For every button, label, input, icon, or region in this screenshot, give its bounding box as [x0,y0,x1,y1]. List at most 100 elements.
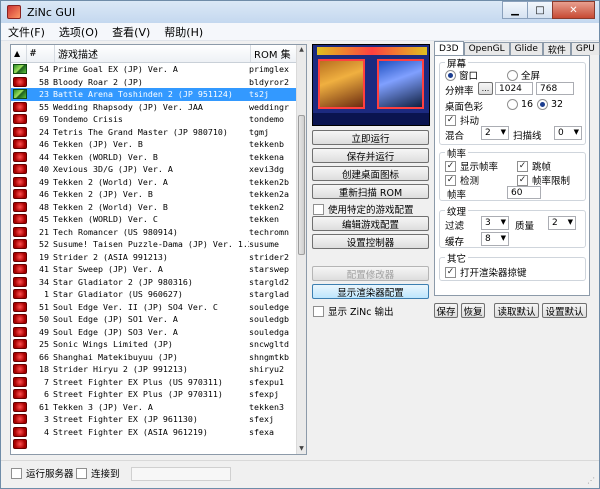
resize-grip-icon[interactable]: ⋰ [587,476,597,486]
game-row[interactable]: 66 Shanghai Matekibuyuu (JP) shngmtkb [11,351,298,364]
tab-opengl[interactable]: OpenGL [463,42,510,55]
controller-settings-button[interactable]: 设置控制器 [312,234,429,249]
game-row[interactable]: 46 Tekken 2 (JP) Ver. B tekken2a [11,188,298,201]
menu-file[interactable]: 文件(F) [1,24,52,40]
menu-view[interactable]: 查看(V) [105,24,157,40]
config-modifier-button[interactable]: 配置修改器 [312,266,429,281]
scroll-thumb[interactable] [298,115,305,255]
game-row[interactable]: 7 Street Fighter EX Plus (US 970311) sfexp… [11,376,298,389]
game-row[interactable]: 4 Street Fighter EX (ASIA 961219) sfexa [11,426,298,439]
tab-glide[interactable]: Glide [509,42,543,55]
set-default-button[interactable]: 设置默认 [542,303,587,318]
game-row[interactable]: 34 Star Gladiator 2 (JP 980316) stargld2 [11,276,298,289]
checkmark-icon[interactable]: ✓ [445,160,456,172]
save-button[interactable]: 保存 [434,303,458,318]
radio-dot[interactable] [537,99,548,110]
game-list[interactable]: ▲ # 游戏描述 ROM 集 54 Prime Goal EX (JP) Ver.… [10,44,307,455]
show-fps-checkbox[interactable]: ✓ 显示帧率 [445,159,498,173]
checkmark-icon[interactable]: ✓ [517,174,528,186]
skip-frames-checkbox[interactable]: ✓ 跳帧 [517,159,551,173]
game-row[interactable]: 58 Bloody Roar 2 (JP) bldyror2 [11,76,298,89]
checkbox-box[interactable] [11,467,22,479]
fullscreen-radio[interactable]: 全屏 [507,68,540,82]
tab-d3d[interactable]: D3D [434,41,464,55]
minimize-button[interactable]: ▁ [502,1,528,19]
game-row[interactable]: 54 Prime Goal EX (JP) Ver. A primglex [11,63,298,76]
quality-select[interactable]: 2 ▼ [548,216,576,230]
game-row[interactable]: 46 Tekken (JP) Ver. B tekkenb [11,138,298,151]
scanline-select[interactable]: 0 ▼ [554,126,582,140]
game-row[interactable]: 25 Sonic Wings Limited (JP) sncwgltd [11,338,298,351]
show-renderer-config-button[interactable]: 显示渲染器配置 [312,284,429,299]
game-row[interactable]: 6 Street Fighter EX Plus (JP 970311) sfexp… [11,388,298,401]
game-row[interactable]: 3 Street Fighter EX (JP 961130) sfexj [11,413,298,426]
game-row[interactable]: 52 Susume! Taisen Puzzle-Dama (JP) Ver. 1… [11,238,298,251]
rescan-rom-button[interactable]: 重新扫描 ROM [312,184,429,199]
connect-address-field[interactable] [131,467,231,481]
window-radio[interactable]: 窗口 [445,68,478,82]
cache-select[interactable]: 8 ▼ [481,232,509,246]
load-default-button[interactable]: 读取默认 [494,303,539,318]
scroll-down-icon[interactable]: ▼ [297,444,306,454]
game-row[interactable] [11,438,298,451]
close-button[interactable]: ✕ [552,1,595,19]
game-row[interactable]: 48 Tekken 2 (World) Ver. B tekken2 [11,201,298,214]
radio-dot[interactable] [507,99,518,110]
resolution-height-input[interactable]: 768 [536,82,574,95]
connect-checkbox[interactable]: 连接到 [76,466,120,480]
detect-checkbox[interactable]: ✓ 检测 [445,173,479,187]
depth-32-radio[interactable]: 32 [537,99,563,110]
radio-dot[interactable] [507,69,518,81]
game-row[interactable]: 45 Tekken (WORLD) Ver. C tekken [11,213,298,226]
show-output-checkbox[interactable]: 显示 ZiNc 输出 [313,304,394,318]
column-rom[interactable]: ROM 集 [251,45,298,62]
checkbox-box[interactable] [313,203,324,215]
scroll-up-icon[interactable]: ▲ [297,45,306,55]
create-shortcut-button[interactable]: 创建桌面图标 [312,166,429,181]
blend-select[interactable]: 2 ▼ [481,126,509,140]
game-row[interactable]: 40 Xevious 3D/G (JP) Ver. A xevi3dg [11,163,298,176]
game-row[interactable]: 49 Soul Edge (JP) SO3 Ver. A souledga [11,326,298,339]
game-row[interactable]: 23 Battle Arena Toshinden 2 (JP 951124) ts… [11,88,298,101]
checkbox-box[interactable] [76,467,87,479]
checkmark-icon[interactable]: ✓ [445,266,456,278]
filter-select[interactable]: 3 ▼ [481,216,509,230]
checkbox-box[interactable] [313,305,324,317]
title-bar[interactable]: ZiNc GUI ▁ □ ✕ [1,1,599,23]
save-run-button[interactable]: 保存并运行 [312,148,429,163]
tab-gpu[interactable]: GPU [570,42,600,55]
use-specific-config-checkbox[interactable]: 使用特定的游戏配置 [313,202,414,216]
game-row[interactable]: 19 Strider 2 (ASIA 991213) strider2 [11,251,298,264]
game-row[interactable]: 24 Tetris The Grand Master (JP 980710) tgm… [11,126,298,139]
run-button[interactable]: 立即运行 [312,130,429,145]
run-server-checkbox[interactable]: 运行服务器 [11,466,74,480]
game-row[interactable]: 18 Strider Hiryu 2 (JP 991213) shiryu2 [11,363,298,376]
maximize-button[interactable]: □ [527,1,553,19]
restore-button[interactable]: 恢复 [461,303,485,318]
edit-game-config-button[interactable]: 编辑游戏配置 [312,216,429,231]
game-row[interactable]: 1 Star Gladiator (US 960627) starglad [11,288,298,301]
sort-arrow-icon[interactable]: ▲ [11,45,27,62]
menu-help[interactable]: 帮助(H) [157,24,210,40]
game-row[interactable]: 69 Tondemo Crisis tondemo [11,113,298,126]
game-row[interactable]: 44 Tekken (WORLD) Ver. B tekkena [11,151,298,164]
depth-16-radio[interactable]: 16 [507,99,533,110]
column-number[interactable]: # [27,45,55,62]
game-row[interactable]: 51 Soul Edge Ver. II (JP) SO4 Ver. C soule… [11,301,298,314]
game-row[interactable]: 49 Tekken 2 (World) Ver. A tekken2b [11,176,298,189]
resolution-width-input[interactable]: 1024 [495,82,533,95]
open-renderer-hotkey-checkbox[interactable]: ✓ 打开渲染器掠键 [445,265,527,279]
game-row[interactable]: 55 Wedding Rhapsody (JP) Ver. JAA weddingr [11,101,298,114]
column-description[interactable]: 游戏描述 [55,45,251,62]
game-list-scrollbar[interactable]: ▲ ▼ [296,45,306,454]
game-row[interactable]: 50 Soul Edge (JP) SO1 Ver. A souledgb [11,313,298,326]
radio-dot[interactable] [445,69,456,81]
game-row[interactable]: 41 Star Sweep (JP) Ver. A starswep [11,263,298,276]
checkmark-icon[interactable]: ✓ [517,160,528,172]
fps-input[interactable]: 60 [507,186,541,199]
checkmark-icon[interactable]: ✓ [445,114,456,126]
tab-software[interactable]: 软件 [542,42,571,56]
menu-options[interactable]: 选项(O) [52,24,105,40]
checkmark-icon[interactable]: ✓ [445,174,456,186]
game-row[interactable]: 61 Tekken 3 (JP) Ver. A tekken3 [11,401,298,414]
